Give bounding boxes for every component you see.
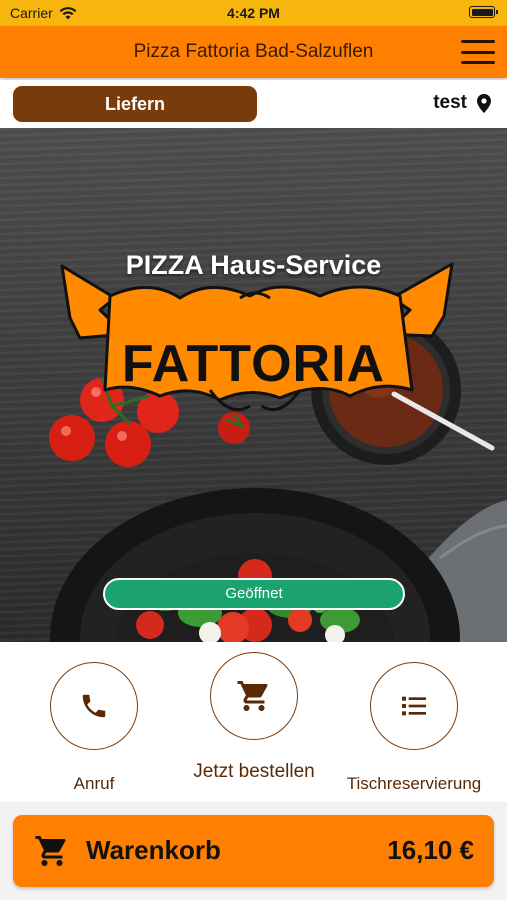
table-reservation-button[interactable] bbox=[370, 662, 458, 750]
location-selector[interactable]: test bbox=[433, 92, 491, 114]
hero-banner: PIZZA Haus-Service FATTORIA Geöffnet bbox=[0, 128, 507, 642]
cart-total: 16,10 € bbox=[387, 835, 474, 865]
call-label: Anruf bbox=[73, 774, 115, 793]
app-header: Pizza Fattoria Bad-Salzuflen bbox=[0, 26, 507, 78]
opening-status-badge: Geöffnet bbox=[103, 578, 405, 610]
order-mode-bar: Liefern test bbox=[0, 80, 507, 128]
table-reservation-label: Tischreservierung bbox=[346, 774, 482, 793]
location-label: test bbox=[433, 92, 467, 113]
cart-label: Warenkorb bbox=[86, 835, 221, 865]
call-button[interactable] bbox=[50, 662, 138, 750]
status-bar: Carrier 4:42 PM bbox=[0, 0, 507, 26]
delivery-mode-button[interactable]: Liefern bbox=[13, 86, 257, 122]
cart-icon bbox=[35, 836, 66, 866]
hero-subtitle: PIZZA Haus-Service bbox=[125, 250, 382, 280]
phone-icon bbox=[82, 694, 106, 718]
clock: 4:42 PM bbox=[227, 5, 280, 21]
table-reservation-action[interactable]: Tischreservierung bbox=[344, 662, 484, 794]
list-icon bbox=[402, 696, 426, 716]
brand-logo-text: FATTORIA bbox=[121, 335, 386, 393]
call-action[interactable]: Anruf bbox=[24, 662, 164, 794]
location-pin-icon bbox=[477, 93, 491, 113]
quick-actions: Anruf Jetzt bestellen Tischreservierung bbox=[0, 642, 507, 802]
cart-icon bbox=[237, 681, 268, 711]
order-now-button[interactable] bbox=[210, 652, 298, 740]
order-now-action[interactable]: Jetzt bestellen bbox=[184, 652, 324, 783]
order-now-label: Jetzt bestellen bbox=[193, 761, 315, 782]
battery-icon bbox=[469, 6, 498, 18]
restaurant-title: Pizza Fattoria Bad-Salzuflen bbox=[133, 41, 374, 62]
hamburger-menu-icon[interactable] bbox=[461, 40, 495, 64]
cart-button[interactable]: Warenkorb 16,10 € bbox=[13, 815, 494, 887]
